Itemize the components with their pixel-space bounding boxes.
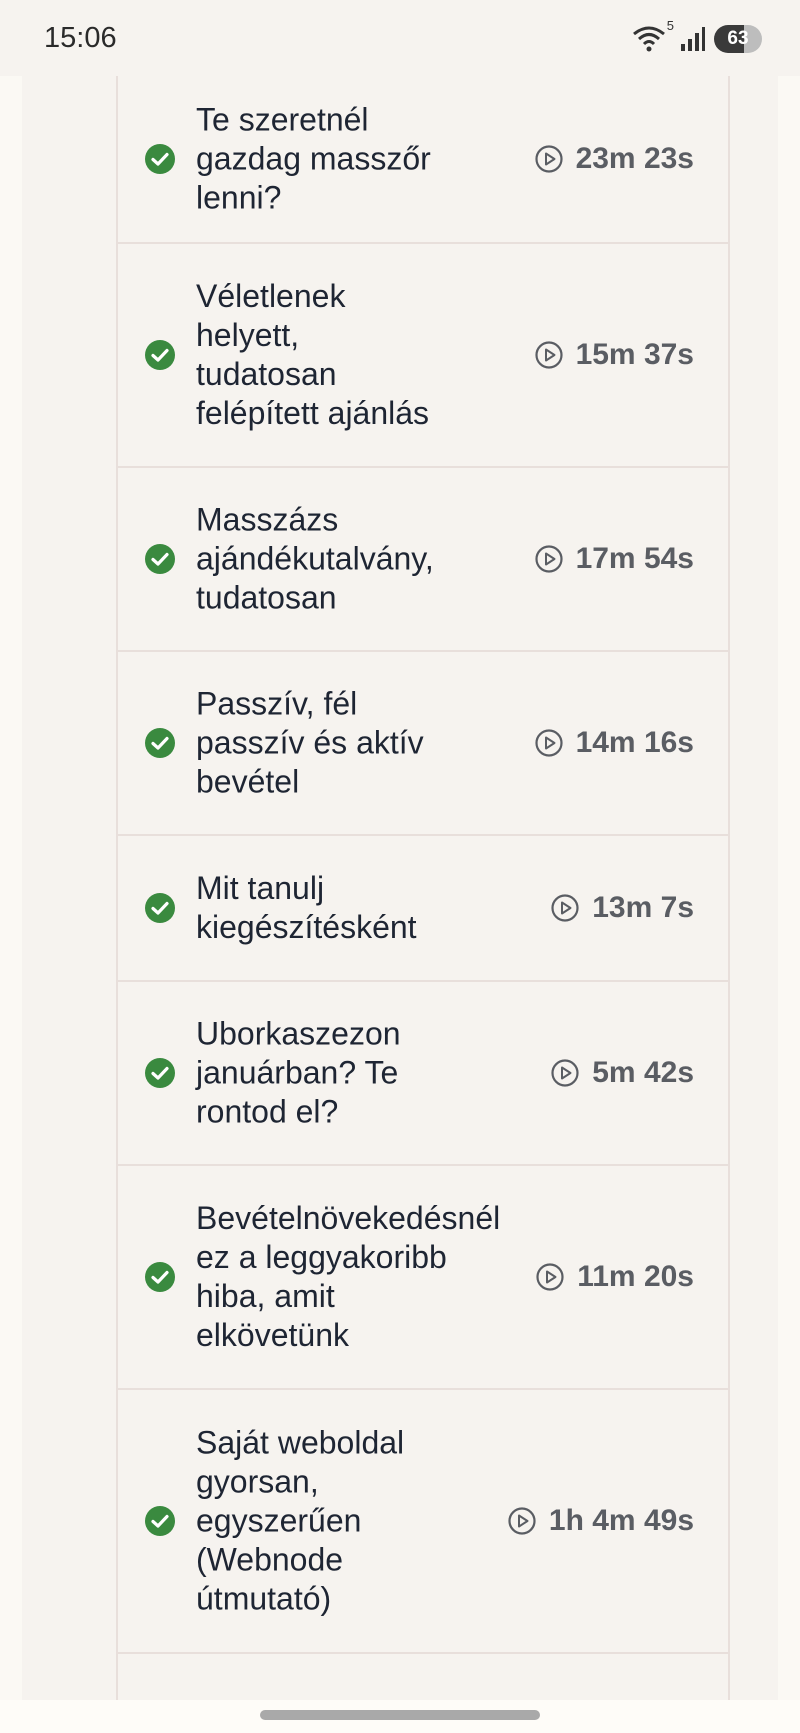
status-bar: 15:06 5 63: [0, 0, 800, 76]
lesson-title[interactable]: Véletlenek helyett, tudatosan felépített…: [196, 277, 536, 433]
duration-text: 5m 42s: [592, 1056, 694, 1089]
lesson-row[interactable]: Véletlenek helyett, tudatosan felépített…: [118, 244, 728, 468]
battery-indicator: 63: [714, 25, 762, 53]
play-icon[interactable]: [507, 1506, 537, 1536]
check-circle-icon: [144, 727, 176, 759]
lesson-duration: 13m 7s: [550, 891, 694, 925]
play-icon[interactable]: [534, 144, 564, 174]
play-icon[interactable]: [534, 728, 564, 758]
wifi-badge: 5: [666, 18, 674, 33]
status-icons: 5 63: [632, 18, 762, 56]
check-circle-icon: [144, 339, 176, 371]
play-icon[interactable]: [535, 1262, 565, 1292]
check-circle-icon: [144, 1505, 176, 1537]
duration-text: 14m 16s: [575, 726, 694, 759]
lesson-duration: 5m 42s: [550, 1056, 694, 1090]
lesson-duration: 1h 4m 49s: [507, 1504, 694, 1538]
lesson-row[interactable]: Bevételnövekedésnél ez a leggyakoribb hi…: [118, 1166, 728, 1390]
signal-icon: [681, 27, 705, 51]
duration-text: 15m 37s: [575, 338, 694, 371]
lesson-title[interactable]: Masszázs ajándékutalvány, tudatosan: [196, 501, 536, 618]
lesson-row[interactable]: Mi a gond az AI: [118, 1654, 728, 1700]
lesson-title[interactable]: Uborkaszezon januárban? Te rontod el?: [196, 1015, 536, 1132]
lesson-row[interactable]: Uborkaszezon januárban? Te rontod el? 5m …: [118, 982, 728, 1166]
course-content: Te szeretnél gazdag masszőr lenni? 23m 23…: [22, 0, 778, 1700]
lesson-row[interactable]: Te szeretnél gazdag masszőr lenni? 23m 23…: [118, 76, 728, 244]
check-circle-icon: [144, 143, 176, 175]
lesson-title[interactable]: Saját weboldal gyorsan, egyszerűen (Webn…: [196, 1424, 536, 1619]
check-circle-icon: [144, 543, 176, 575]
wifi-icon: 5: [632, 18, 674, 54]
lesson-list: Te szeretnél gazdag masszőr lenni? 23m 23…: [116, 76, 730, 1700]
play-icon[interactable]: [550, 893, 580, 923]
check-circle-icon: [144, 892, 176, 924]
lesson-title[interactable]: Te szeretnél gazdag masszőr lenni?: [196, 101, 536, 218]
lesson-title[interactable]: Passzív, fél passzív és aktív bevétel: [196, 685, 536, 802]
left-margin: [0, 0, 22, 1733]
duration-text: 1h 4m 49s: [548, 1504, 694, 1537]
lesson-duration: 11m 20s: [535, 1260, 694, 1294]
duration-text: 17m 54s: [575, 542, 694, 575]
lesson-duration: 14m 16s: [534, 726, 694, 760]
lesson-duration: 23m 23s: [534, 142, 694, 176]
play-icon[interactable]: [534, 544, 564, 574]
lesson-title[interactable]: Bevételnövekedésnél ez a leggyakoribb hi…: [196, 1199, 536, 1355]
duration-text: 11m 20s: [577, 1260, 694, 1293]
status-time: 15:06: [44, 22, 117, 54]
duration-text: 23m 23s: [575, 142, 694, 175]
lesson-row[interactable]: Saját weboldal gyorsan, egyszerűen (Webn…: [118, 1390, 728, 1654]
play-icon[interactable]: [550, 1058, 580, 1088]
lesson-row[interactable]: Passzív, fél passzív és aktív bevétel 14m…: [118, 652, 728, 836]
check-circle-icon: [144, 1057, 176, 1089]
play-icon[interactable]: [534, 340, 564, 370]
home-indicator[interactable]: [260, 1710, 540, 1720]
lesson-row[interactable]: Mit tanulj kiegészítésként 13m 7s: [118, 836, 728, 982]
lesson-duration: 17m 54s: [534, 542, 694, 576]
lesson-row[interactable]: Masszázs ajándékutalvány, tudatosan 17m 5…: [118, 468, 728, 652]
duration-text: 13m 7s: [592, 891, 694, 924]
lesson-title[interactable]: Mit tanulj kiegészítésként: [196, 869, 536, 947]
right-margin: [778, 0, 800, 1733]
lesson-duration: 15m 37s: [534, 338, 694, 372]
check-circle-icon: [144, 1261, 176, 1293]
